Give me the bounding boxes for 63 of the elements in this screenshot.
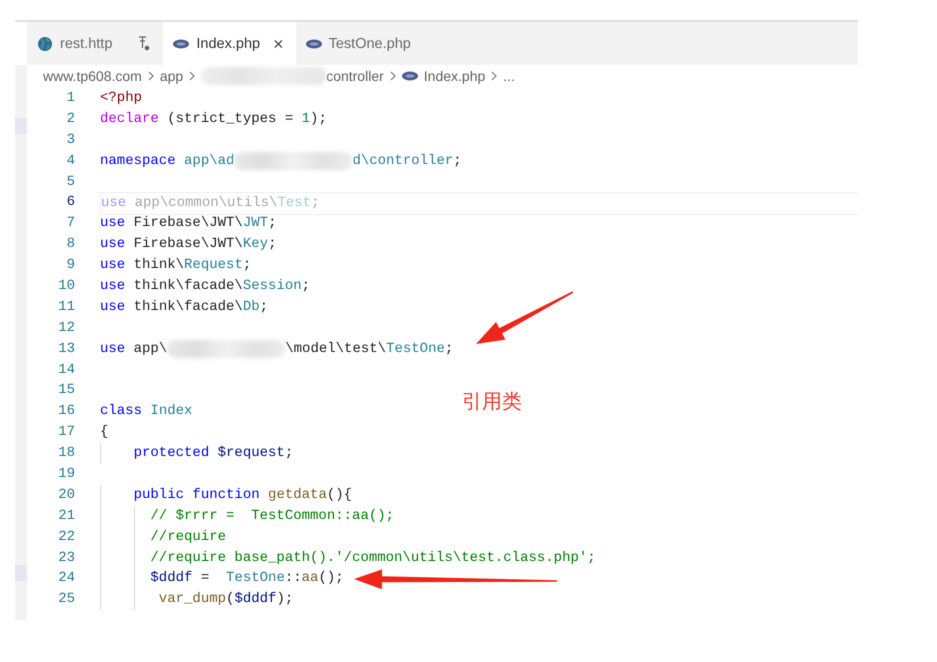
chevron-right-icon (189, 71, 196, 81)
line-number: 4 (66, 152, 75, 171)
line-number: 17 (57, 423, 75, 442)
code-text: <?php (100, 89, 142, 108)
breadcrumb-item[interactable]: Index.php (424, 68, 486, 84)
chevron-right-icon (148, 71, 154, 81)
line-number: 15 (57, 381, 75, 400)
line-number: 6 (66, 193, 75, 212)
code-text: d\controller; (352, 152, 462, 171)
close-button[interactable]: × (273, 34, 284, 52)
breadcrumb-item[interactable]: app (160, 68, 184, 84)
code-text: //require (149, 528, 226, 547)
line-number: 1 (66, 89, 75, 108)
php-file-icon (402, 71, 418, 81)
line-number: 3 (66, 130, 75, 150)
code-text: use app\common\utils\Test; (101, 194, 320, 214)
line-number: 8 (66, 235, 75, 254)
code-text: use Firebase\JWT\JWT; (100, 214, 276, 234)
code-text: $dddf = TestOne::aa(); (149, 569, 344, 588)
line-number: 9 (66, 256, 75, 276)
pin-icon[interactable] (137, 36, 152, 52)
code-text: namespace app\ad (100, 152, 234, 171)
code-text: \model\test\TestOne; (285, 340, 454, 359)
breadcrumb-item[interactable]: ... (503, 68, 515, 84)
code-text: use think\facade\Db; (100, 298, 268, 317)
line-number: 25 (57, 590, 75, 610)
breadcrumb-item[interactable]: www.tp608.com (43, 68, 142, 84)
line-number: 19 (57, 465, 75, 484)
code-text: declare (strict_types = 1); (100, 110, 327, 129)
code-text: class Index (100, 402, 192, 422)
code-text: use Firebase\JWT\Key; (100, 235, 276, 254)
line-number: 20 (57, 486, 75, 505)
php-file-icon (173, 38, 190, 48)
line-number: 10 (57, 277, 75, 296)
annotation-text: 引用类 (462, 388, 522, 415)
line-number: 11 (57, 298, 75, 317)
globe-icon (37, 36, 53, 52)
code-text: { (100, 423, 108, 442)
code-text: var_dump($dddf); (158, 590, 294, 610)
line-number: 12 (57, 318, 75, 338)
code-text: use think\facade\Session; (100, 277, 310, 296)
code-text: public function getdata(){ (132, 486, 352, 505)
line-number: 21 (57, 506, 75, 526)
line-number: 23 (57, 548, 75, 568)
editor-tab[interactable]: Index.php × (163, 22, 296, 65)
line-number: 24 (57, 569, 75, 588)
line-number: 18 (57, 444, 75, 464)
line-number: 14 (57, 360, 75, 380)
line-number: 22 (57, 528, 75, 547)
php-file-icon (306, 38, 322, 48)
code-text: //require base_path().'/common\utils\test.class.php'; (149, 548, 596, 568)
line-number: 2 (66, 110, 75, 129)
line-number: 5 (66, 172, 75, 192)
chevron-right-icon (390, 71, 396, 81)
line-number: 16 (57, 402, 75, 422)
code-text: use app\ (100, 340, 168, 359)
line-number: 13 (57, 340, 75, 359)
chevron-right-icon (491, 71, 498, 81)
line-number: 7 (66, 214, 75, 234)
code-text: // $rrrr = TestCommon::aa(); (149, 506, 394, 526)
code-text: use think\Request; (100, 256, 252, 276)
breadcrumb-item[interactable]: controller (326, 68, 384, 84)
code-text: protected $request; (132, 444, 294, 464)
